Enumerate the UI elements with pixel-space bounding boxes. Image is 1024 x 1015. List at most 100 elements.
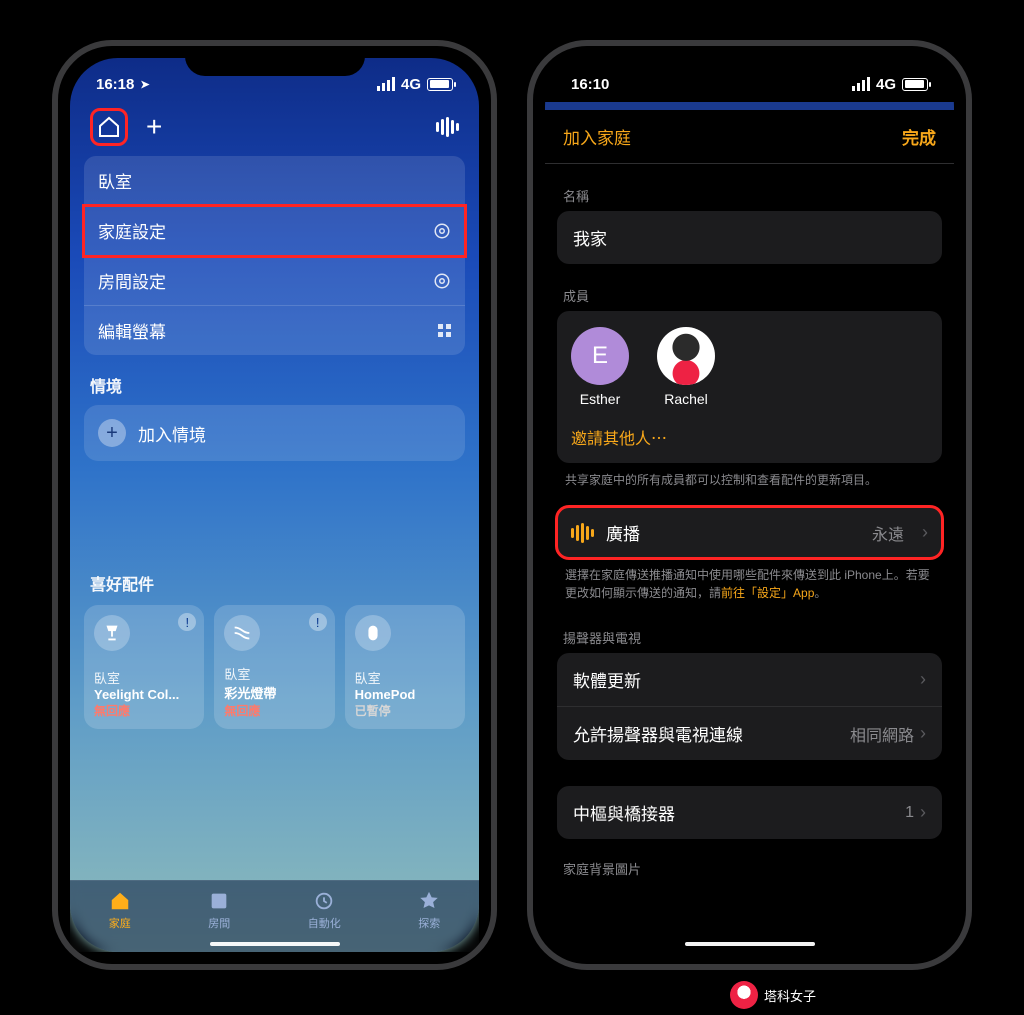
tile-status: 無回應 [94,702,194,719]
tile-status: 無回應 [224,702,324,719]
home-name-row[interactable]: 我家 [557,211,942,264]
location-icon: ➤ [140,78,149,91]
done-button[interactable]: 完成 [902,124,936,149]
speakers-section-label: 揚聲器與電視 [563,628,936,647]
tile-status: 已暫停 [355,702,455,719]
row-label: 允許揚聲器與電視連線 [573,721,743,746]
automation-icon [313,890,335,912]
tab-label: 探索 [418,915,440,931]
add-scene-button[interactable]: + 加入情境 [84,405,465,461]
chevron-right-icon: › [920,802,926,823]
allow-speakers-row[interactable]: 允許揚聲器與電視連線 相同網路 › [557,707,942,760]
scenes-label: 情境 [90,373,459,397]
tile-room: 臥室 [94,668,194,687]
menu-item-room-settings[interactable]: 房間設定 [84,256,465,306]
modal-header: 加入家庭 完成 [545,110,954,164]
tile-name: Yeelight Col... [94,687,194,702]
phone-left: 16:18 ➤ 4G + [52,40,497,970]
menu-item-edit-screen[interactable]: 編輯螢幕 [84,306,465,355]
broadcast-row[interactable]: 廣播 永遠 › [557,507,942,558]
home-name-value: 我家 [573,225,607,250]
accessory-tile[interactable]: 臥室 HomePod 已暫停 [345,605,465,729]
menu-item-bedroom[interactable]: 臥室 [84,156,465,206]
gear-icon [433,272,451,290]
lamp-icon [94,615,130,651]
signal-bars-icon [852,77,870,91]
row-label: 軟體更新 [573,667,641,692]
intercom-icon[interactable] [436,117,459,137]
menu-label: 家庭設定 [98,218,166,243]
home-dropdown-menu: 臥室 家庭設定 房間設定 編輯螢 [84,156,465,355]
notch [185,46,365,76]
favorites-label: 喜好配件 [90,571,459,595]
members-card: E Esther Rachel 邀請其他人⋯ [557,311,942,463]
home-settings-screen: 16:10 4G 加入家庭 完成 名稱 我家 [545,58,954,952]
watermark: 塔科女子 [730,981,816,1009]
broadcast-footnote: 選擇在家庭傳送推播通知中使用哪些配件來傳送到此 iPhone上。若要更改如何顯示… [545,558,954,602]
alert-icon: ! [309,613,327,631]
name-section-label: 名稱 [563,186,936,205]
tab-label: 家庭 [109,915,131,931]
add-scene-label: 加入情境 [138,421,206,446]
tab-label: 自動化 [308,915,341,931]
home-toolbar: + [70,102,479,156]
chevron-right-icon: › [922,522,928,543]
menu-item-home-settings[interactable]: 家庭設定 [84,206,465,256]
grid-icon [438,324,451,337]
menu-label: 房間設定 [98,268,166,293]
notch [660,46,840,76]
watermark-text: 塔科女子 [764,986,816,1005]
avatar: E [571,327,629,385]
signal-bars-icon [377,77,395,91]
background-section-label: 家庭背景圖片 [563,859,936,878]
invite-others-button[interactable]: 邀請其他人⋯ [571,419,928,453]
home-icon [109,890,131,912]
rooms-icon [208,890,230,912]
network-label: 4G [876,76,896,93]
member-item[interactable]: E Esther [571,327,629,407]
broadcast-label: 廣播 [606,520,860,545]
status-time: 16:10 [571,76,609,93]
broadcast-value: 永遠 [872,521,904,545]
tab-home[interactable]: 家庭 [109,890,131,931]
accessory-tile[interactable]: ! 臥室 Yeelight Col... 無回應 [84,605,204,729]
favorites-row: ! 臥室 Yeelight Col... 無回應 ! 臥室 [84,605,465,729]
add-button[interactable]: + [146,111,162,143]
tab-discover[interactable]: 探索 [418,890,440,931]
battery-icon [427,78,453,91]
homepod-icon [355,615,391,651]
chevron-right-icon: › [920,723,926,744]
tile-room: 臥室 [355,668,455,687]
home-indicator [210,942,340,946]
member-name: Esther [580,391,620,407]
menu-label: 編輯螢幕 [98,318,166,343]
star-icon [418,890,440,912]
tab-label: 房間 [208,915,230,931]
phone-right: 16:10 4G 加入家庭 完成 名稱 我家 [527,40,972,970]
tile-room: 臥室 [224,664,324,683]
network-label: 4G [401,76,421,93]
software-update-row[interactable]: 軟體更新 › [557,653,942,707]
alert-icon: ! [178,613,196,631]
avatar [657,327,715,385]
members-section-label: 成員 [563,286,936,305]
tab-rooms[interactable]: 房間 [208,890,230,931]
watermark-icon [730,981,758,1009]
tab-automation[interactable]: 自動化 [308,890,341,931]
settings-app-link[interactable]: 前往「設定」App [721,586,814,600]
gear-icon [433,222,451,240]
member-item[interactable]: Rachel [657,327,715,407]
chevron-right-icon: › [920,669,926,690]
row-value: 1 [905,804,914,822]
accessory-tile[interactable]: ! 臥室 彩光燈帶 無回應 [214,605,334,729]
members-footnote: 共享家庭中的所有成員都可以控制和查看配件的更新項目。 [545,463,954,489]
status-time: 16:18 [96,76,134,93]
sheet-background-peek [545,102,954,110]
home-menu-button[interactable] [90,108,128,146]
modal-title: 加入家庭 [563,124,631,149]
menu-label: 臥室 [98,168,132,193]
plus-circle-icon: + [98,419,126,447]
home-indicator [685,942,815,946]
hubs-row[interactable]: 中樞與橋接器 1 › [557,786,942,839]
battery-icon [902,78,928,91]
